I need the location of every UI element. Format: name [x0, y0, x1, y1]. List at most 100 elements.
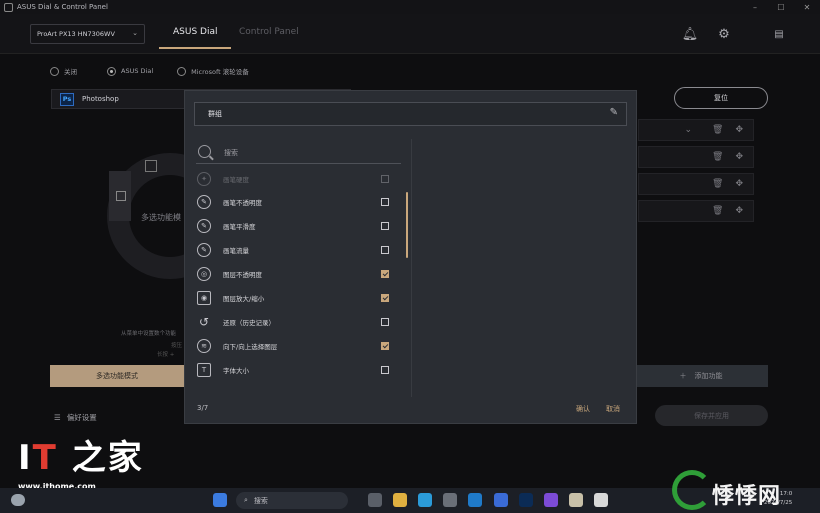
tab-asus-dial[interactable]: ASUS Dial — [158, 27, 233, 49]
taskbar-search[interactable]: ⌕ 搜索 — [236, 492, 348, 509]
title-bar: ASUS Dial & Control Panel – ☐ ✕ — [0, 0, 820, 14]
list-item-undo-history[interactable]: ↺ 还原（历史记录） — [195, 312, 401, 332]
reset-button[interactable]: 复位 — [674, 87, 768, 109]
plus-icon: ＋ — [679, 372, 687, 380]
task-view-icon[interactable] — [368, 493, 382, 507]
chevron-down-icon[interactable]: ⌄ — [684, 125, 692, 135]
preferences-link[interactable]: ☰ 偏好设置 — [54, 412, 97, 423]
list-item-brush-opacity[interactable]: ✎ 画笔不透明度 — [195, 192, 401, 212]
list-item-select-layer[interactable]: ≋ 向下/向上选择图层 — [195, 336, 401, 356]
item-label: 画笔不透明度 — [223, 199, 262, 207]
dial-hint-press: 按压 — [171, 343, 183, 349]
sliders-icon: ☰ — [54, 413, 61, 422]
radio-label: Microsoft 滚轮设备 — [191, 68, 249, 76]
text-icon: T — [197, 363, 211, 377]
windows-start-icon[interactable] — [213, 493, 227, 507]
app-icon[interactable] — [569, 493, 583, 507]
file-explorer-icon[interactable] — [393, 493, 407, 507]
list-item-brush-hardness[interactable]: ✦ 画笔硬度 — [195, 169, 401, 189]
move-icon[interactable]: ✥ — [735, 152, 743, 162]
radio-dot — [107, 66, 116, 76]
function-row[interactable]: 🗑︎ ✥ — [638, 200, 754, 222]
close-icon[interactable]: ✕ — [794, 0, 820, 14]
edge-icon[interactable] — [418, 493, 432, 507]
item-label: 图层不透明度 — [223, 271, 262, 279]
app-header: ProArt PX13 HN7306WV ⌄ ASUS Dial Control… — [0, 14, 820, 54]
list-item-brush-smoothing[interactable]: ✎ 画笔平滑度 — [195, 216, 401, 236]
layer-icon — [145, 160, 157, 172]
item-label: 画笔平滑度 — [223, 223, 256, 231]
cancel-button[interactable]: 取消 — [606, 404, 620, 414]
list-item-brush-flow[interactable]: ✎ 画笔流量 — [195, 240, 401, 260]
function-row[interactable]: 🗑︎ ✥ — [638, 173, 754, 195]
watermark-text: 悸悸网 — [712, 484, 782, 509]
checkbox[interactable] — [381, 342, 389, 350]
dial-hint-longpress: 长按 + — [157, 352, 175, 358]
preferences-label: 偏好设置 — [66, 413, 97, 422]
trash-icon[interactable]: 🗑︎ — [712, 125, 723, 135]
list-item-font-size[interactable]: T 字体大小 — [195, 360, 401, 380]
app-icon[interactable] — [544, 493, 558, 507]
move-icon[interactable]: ✥ — [735, 179, 743, 189]
app-name: Photoshop — [82, 95, 119, 103]
add-function-button[interactable]: ＋ 添加功能 — [634, 365, 768, 387]
layers-icon: ≋ — [197, 339, 211, 353]
search-icon — [198, 145, 211, 158]
radio-asus-dial[interactable]: ASUS Dial — [107, 66, 153, 76]
divider — [411, 139, 412, 397]
group-name-field[interactable]: 群组 ✎ — [194, 102, 627, 126]
item-label: 向下/向上选择图层 — [223, 343, 278, 351]
trash-icon[interactable]: 🗑︎ — [712, 206, 723, 216]
item-label: 字体大小 — [223, 367, 249, 375]
trash-icon[interactable]: 🗑︎ — [712, 152, 723, 162]
confirm-button[interactable]: 确认 — [576, 404, 590, 414]
app-icon[interactable] — [494, 493, 508, 507]
function-row[interactable]: ⌄ 🗑︎ ✥ — [638, 119, 754, 141]
move-icon[interactable]: ✥ — [735, 206, 743, 216]
bell-icon[interactable]: 🔔︎ — [682, 26, 699, 42]
app-icon[interactable] — [468, 493, 482, 507]
photoshop-taskbar-icon[interactable] — [519, 493, 533, 507]
search-icon: ⌕ — [244, 496, 248, 504]
radio-microsoft-wheel[interactable]: Microsoft 滚轮设备 — [177, 66, 249, 76]
asus-dial-taskbar-icon[interactable] — [594, 493, 608, 507]
list-item-layer-zoom[interactable]: ◉ 图层放大/缩小 — [195, 288, 401, 308]
brush-smoothing-icon: ✎ — [197, 219, 211, 233]
checkbox[interactable] — [381, 270, 389, 278]
weather-icon[interactable] — [11, 494, 25, 506]
photoshop-icon: Ps — [60, 92, 74, 106]
layer-opacity-icon: ◎ — [197, 267, 211, 281]
feedback-icon[interactable]: ▤ — [771, 26, 787, 42]
device-select[interactable]: ProArt PX13 HN7306WV ⌄ — [30, 24, 145, 44]
checkbox[interactable] — [381, 318, 389, 326]
chevron-down-icon: ⌄ — [132, 29, 138, 37]
multi-function-mode-button[interactable]: 多选功能模式 — [50, 365, 184, 387]
radio-off[interactable]: 关闭 — [50, 66, 77, 76]
checkbox[interactable] — [381, 246, 389, 254]
move-icon[interactable]: ✥ — [735, 125, 743, 135]
maximize-icon[interactable]: ☐ — [768, 0, 794, 14]
swoosh-logo-icon — [672, 470, 712, 510]
checkbox[interactable] — [381, 366, 389, 374]
gear-icon[interactable]: ⚙ — [716, 26, 732, 42]
store-icon[interactable] — [443, 493, 457, 507]
checkbox[interactable] — [381, 175, 389, 183]
checkbox[interactable] — [381, 222, 389, 230]
list-item-layer-opacity[interactable]: ◎ 图层不透明度 — [195, 264, 401, 284]
checkbox[interactable] — [381, 198, 389, 206]
window-title: ASUS Dial & Control Panel — [17, 3, 108, 11]
ithome-watermark: IT 之家 www.ithome.com — [18, 438, 144, 491]
zoom-icon: ◉ — [197, 291, 211, 305]
scrollbar[interactable] — [406, 192, 408, 258]
pencil-icon[interactable]: ✎ — [610, 107, 618, 118]
add-function-label: 添加功能 — [694, 372, 723, 380]
tab-control-panel[interactable]: Control Panel — [239, 27, 299, 37]
minimize-icon[interactable]: – — [742, 0, 768, 14]
save-apply-button[interactable]: 保存并应用 — [655, 405, 768, 426]
trash-icon[interactable]: 🗑︎ — [712, 179, 723, 189]
function-row[interactable]: 🗑︎ ✥ — [638, 146, 754, 168]
group-name: 群组 — [208, 110, 222, 118]
checkbox[interactable] — [381, 294, 389, 302]
search-input[interactable]: 搜索 — [196, 142, 401, 164]
item-label: 画笔流量 — [223, 247, 249, 255]
